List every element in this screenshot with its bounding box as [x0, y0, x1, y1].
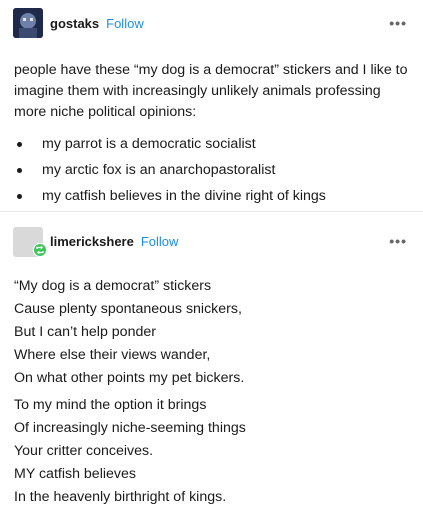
poem-line: Where else their views wander,: [14, 347, 211, 363]
list-item-text: my parrot is a democratic socialist: [42, 136, 256, 152]
more-horizontal-icon[interactable]: •••: [389, 16, 407, 30]
bullet-list: my parrot is a democratic socialist my a…: [14, 131, 409, 209]
poem-line: On what other points my pet bickers.: [14, 370, 245, 386]
post-text: people have these “my dog is a democrat”…: [14, 62, 408, 120]
avatar[interactable]: [13, 8, 43, 38]
poem-line: Of increasingly niche-seeming things: [14, 420, 246, 436]
bullet-icon: [17, 194, 22, 199]
poem-line: “My dog is a democrat” stickers: [14, 278, 212, 294]
list-item-text: my catfish believes in the divine right …: [42, 188, 326, 204]
post-header: gostaks Follow: [50, 16, 144, 32]
list-item: my parrot is a democratic socialist: [14, 131, 409, 157]
poem-line: But I can’t help ponder: [14, 324, 156, 340]
avatar-image: [13, 8, 43, 38]
poem-line: In the heavenly birthright of kings.: [14, 489, 227, 505]
follow-button[interactable]: Follow: [106, 16, 144, 31]
bullet-icon: [17, 142, 22, 147]
username[interactable]: limerickshere: [50, 234, 134, 249]
more-horizontal-icon[interactable]: •••: [389, 234, 407, 248]
list-item-text: my arctic fox is an anarchopastoralist: [42, 162, 276, 178]
divider: [0, 211, 423, 212]
poem-stanza: “My dog is a democrat” stickers Cause pl…: [14, 275, 409, 390]
post-header: limerickshere Follow: [50, 234, 178, 250]
bullet-icon: [17, 168, 22, 173]
follow-button[interactable]: Follow: [141, 234, 179, 249]
poem-line: Cause plenty spontaneous snickers,: [14, 301, 242, 317]
poem-stanza: To my mind the option it brings Of incre…: [14, 394, 409, 509]
poem-line: Your critter conceives.: [14, 443, 154, 459]
list-item: my catfish believes in the divine right …: [14, 183, 409, 209]
username[interactable]: gostaks: [50, 16, 99, 31]
poem-line: MY catfish believes: [14, 466, 136, 482]
reblog-icon: [33, 243, 47, 257]
list-item: my arctic fox is an anarchopastoralist: [14, 157, 409, 183]
poem-line: To my mind the option it brings: [14, 397, 207, 413]
